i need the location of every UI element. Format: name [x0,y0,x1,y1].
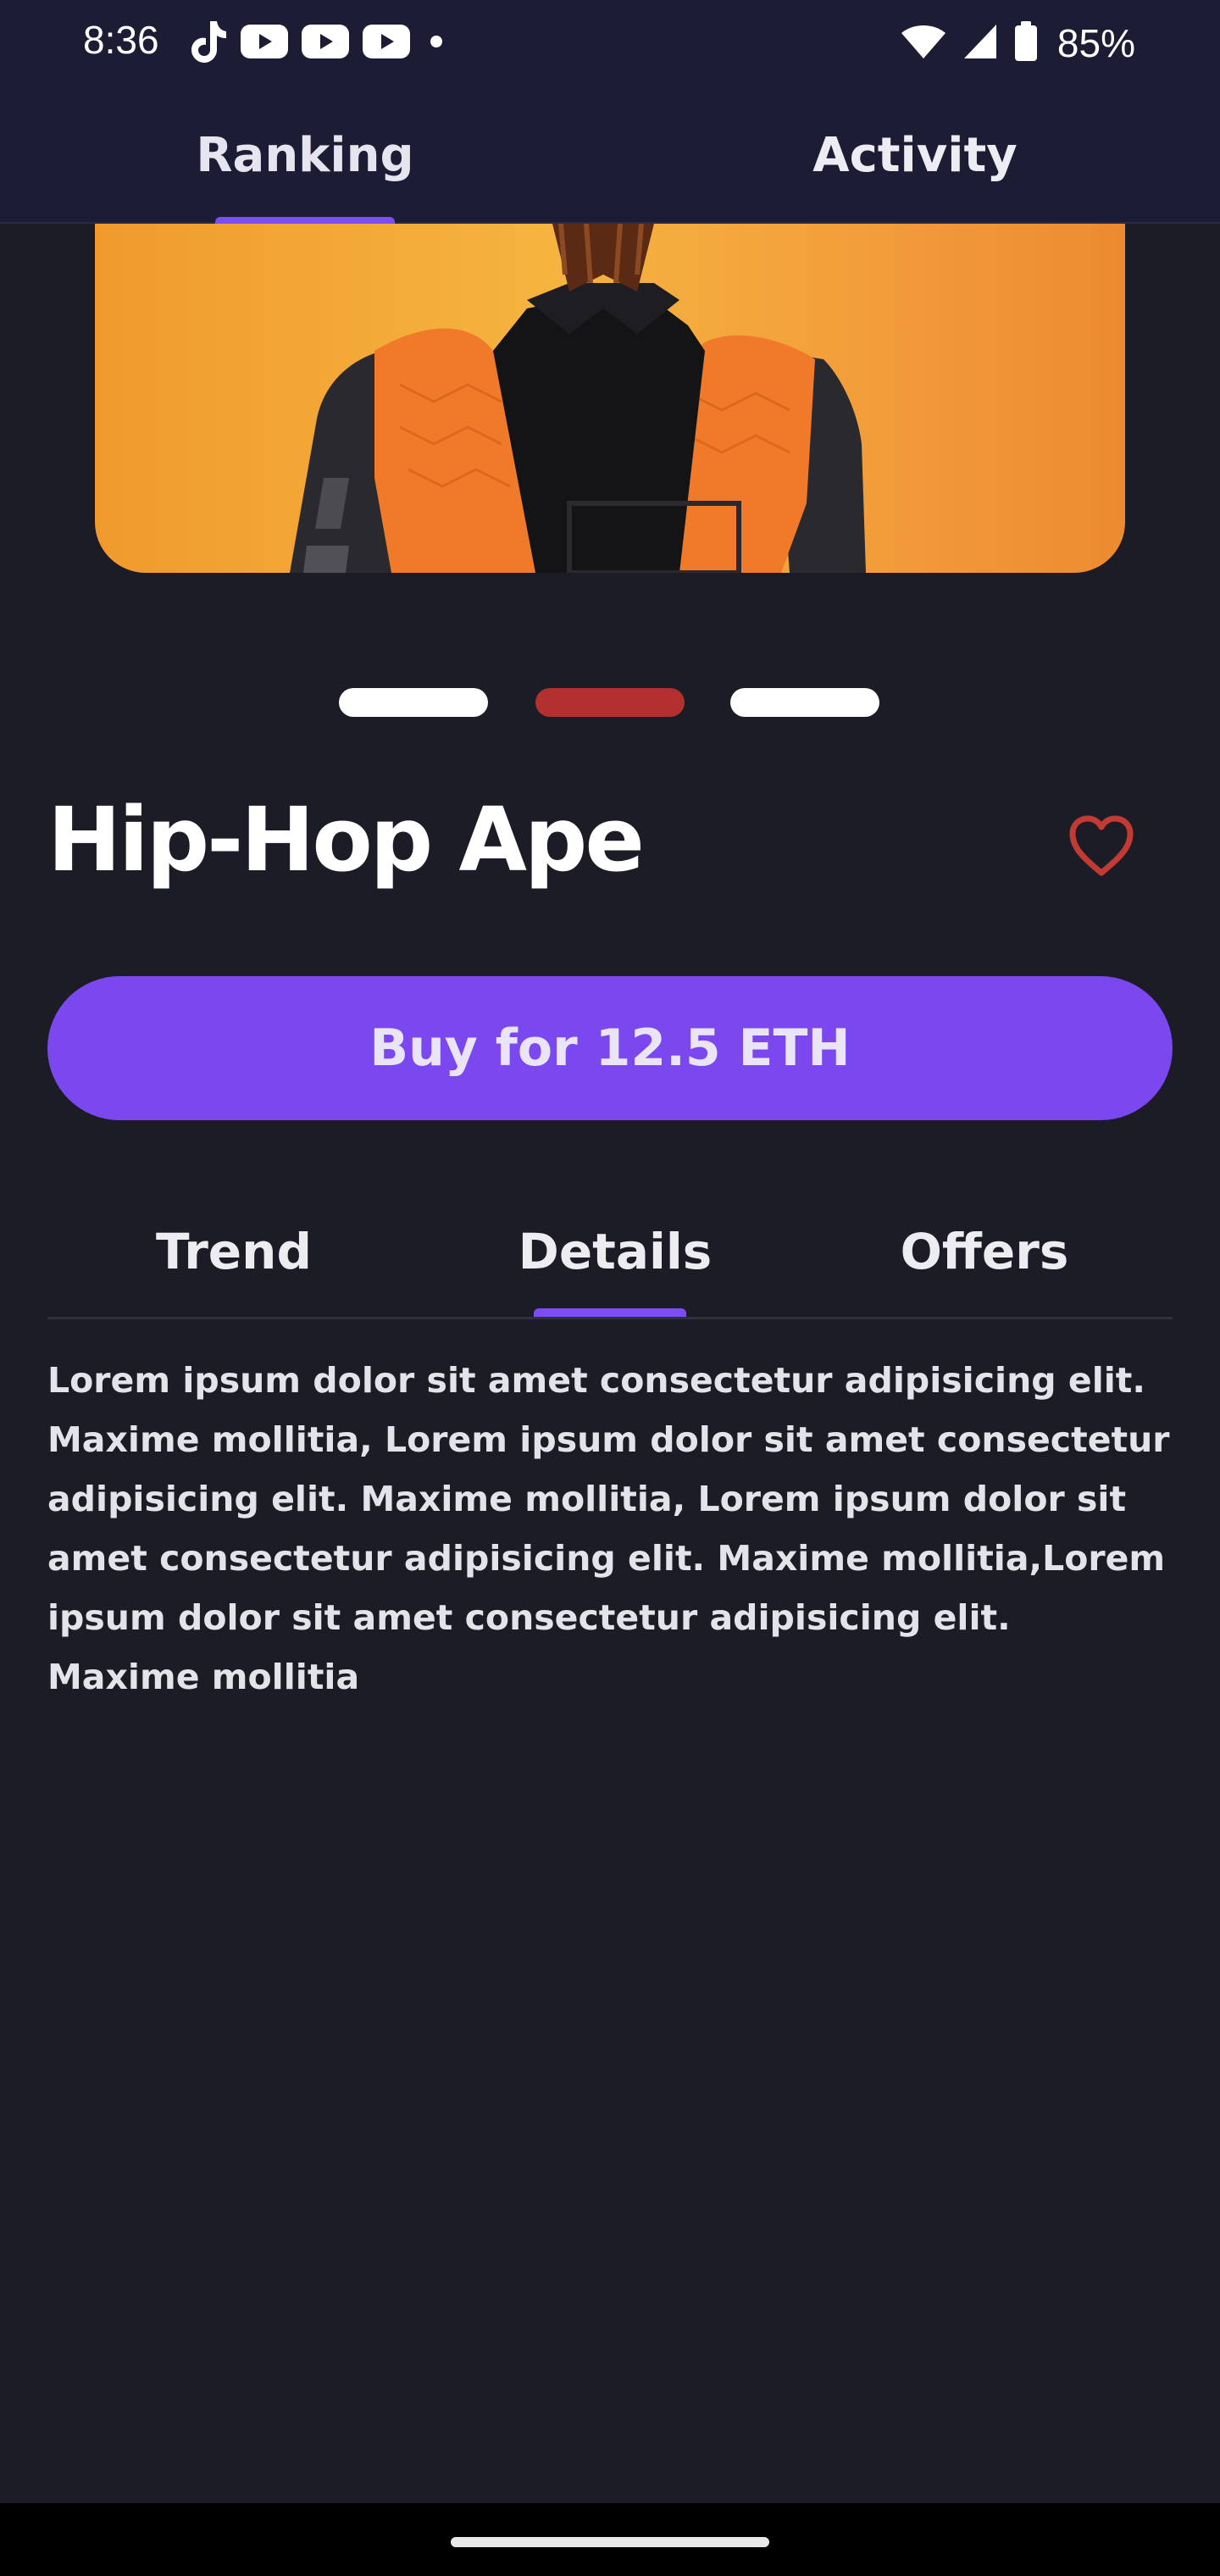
carousel-dot[interactable] [730,688,879,717]
system-icons: 85% [900,19,1135,68]
battery-percentage: 85% [1056,21,1135,65]
youtube-icon [302,24,349,63]
dot-icon [424,33,449,54]
youtube-icon [363,24,410,63]
detail-tab-bar: Trend Details Offers [47,1186,1173,1319]
status-bar: 8:36 85% [0,0,1220,88]
wifi-icon [900,23,947,64]
tiktok-icon [188,19,227,68]
signal-icon [962,23,998,64]
details-description: Lorem ipsum dolor sit amet consectetur a… [47,1360,1170,1697]
nft-title: Hip-Hop Ape [47,788,645,891]
tab-ranking[interactable]: Ranking [169,88,441,222]
home-gesture-handle[interactable] [451,2537,769,2547]
tab-details[interactable]: Details [505,1186,725,1317]
nft-image[interactable] [95,224,1125,573]
carousel-dot[interactable] [339,688,488,717]
status-time: 8:36 [83,18,159,62]
carousel-dot-active[interactable] [535,688,685,717]
notification-icons [188,20,449,66]
heart-icon[interactable] [1068,813,1135,878]
tab-activity[interactable]: Activity [779,88,1051,222]
buy-button[interactable]: Buy for 12.5 ETH [47,976,1173,1120]
battery-icon [1013,20,1039,66]
youtube-icon [241,24,288,63]
top-tab-bar: Ranking Activity [0,88,1220,225]
tab-indicator [534,1308,686,1317]
tab-offers[interactable]: Offers [874,1186,1095,1317]
navigation-bar [0,2503,1220,2576]
hip-hop-ape-illustration [290,224,866,573]
tab-trend[interactable]: Trend [132,1186,336,1317]
